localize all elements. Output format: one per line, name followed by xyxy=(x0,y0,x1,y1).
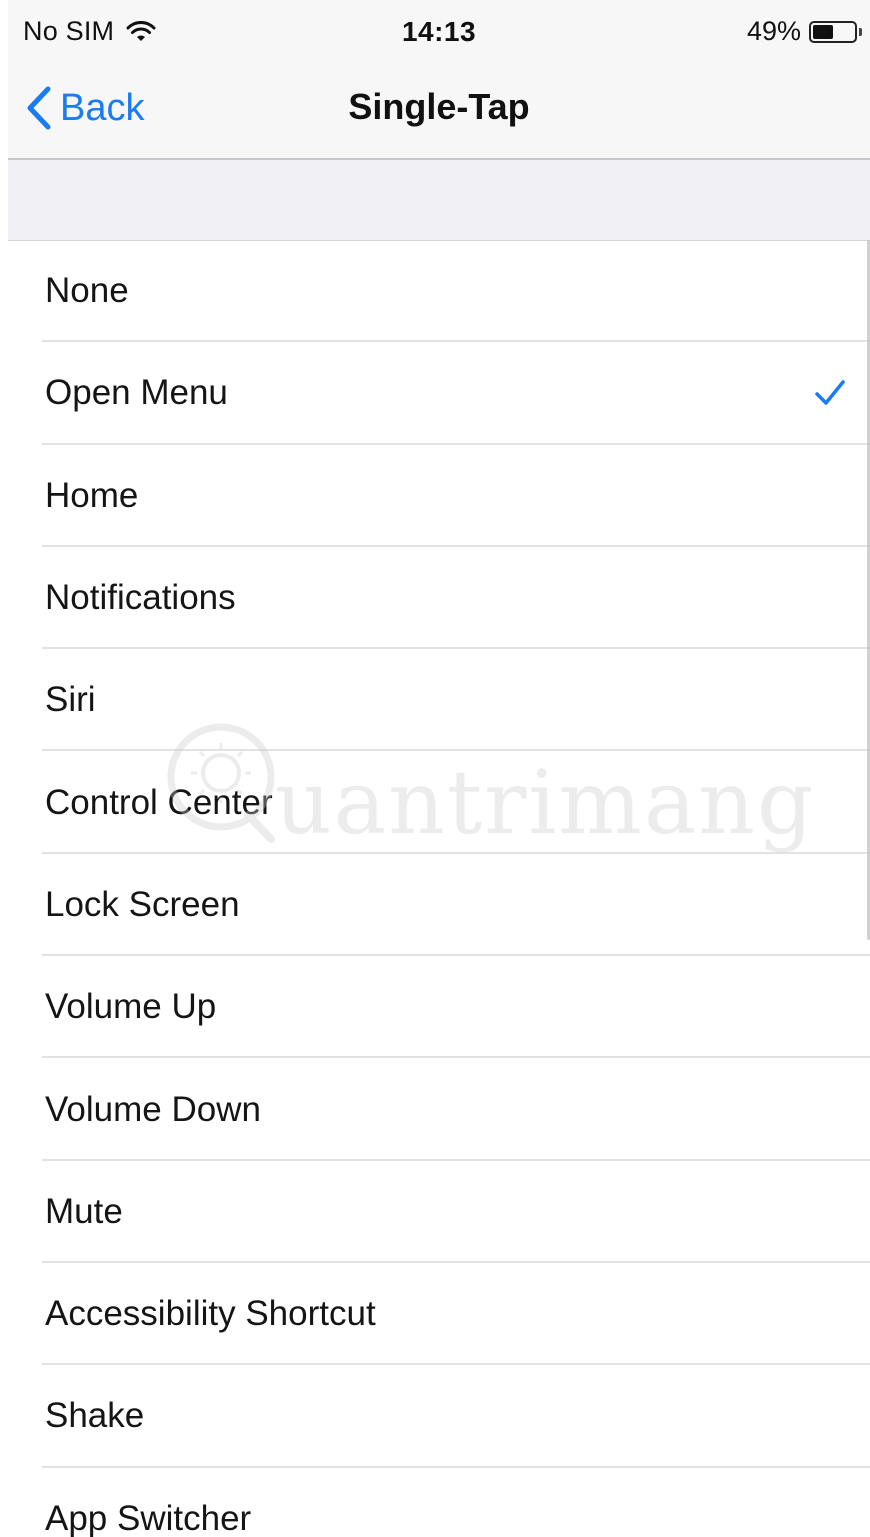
status-battery-group: 49% xyxy=(747,16,862,47)
option-label: Home xyxy=(45,475,139,515)
option-row[interactable]: Control Center xyxy=(8,751,870,855)
checkmark-icon xyxy=(815,380,845,406)
option-label: Volume Up xyxy=(45,987,217,1027)
option-label: Notifications xyxy=(45,578,236,618)
option-row[interactable]: Accessibility Shortcut xyxy=(8,1263,870,1366)
option-label: Shake xyxy=(45,1396,145,1436)
option-row[interactable]: Volume Down xyxy=(8,1058,870,1161)
option-row[interactable]: Notifications xyxy=(8,547,870,650)
page-title: Single-Tap xyxy=(348,86,530,127)
option-row[interactable]: App Switcher xyxy=(8,1468,870,1537)
option-list: None Open Menu Home Notifications Siri Contro… xyxy=(8,240,870,1537)
option-row[interactable]: Lock Screen xyxy=(8,854,870,957)
settings-screen: No SIM 14:13 49% Back Single-Tap None Op… xyxy=(8,0,870,1537)
option-label: Volume Down xyxy=(45,1089,261,1129)
battery-tip xyxy=(859,27,862,36)
option-label: None xyxy=(45,271,129,311)
option-label: Control Center xyxy=(45,782,273,822)
option-label: Lock Screen xyxy=(45,884,240,924)
section-header xyxy=(8,160,870,241)
option-label: Accessibility Shortcut xyxy=(45,1294,376,1334)
option-label: Mute xyxy=(45,1191,123,1231)
option-label: Open Menu xyxy=(45,373,228,413)
option-row[interactable]: None xyxy=(8,240,870,343)
battery-icon xyxy=(809,20,857,43)
option-row[interactable]: Home xyxy=(8,445,870,548)
status-time: 14:13 xyxy=(401,16,477,47)
option-row[interactable]: Open Menu xyxy=(8,342,870,445)
option-label: Siri xyxy=(45,680,96,720)
status-bar: No SIM 14:13 49% xyxy=(8,0,870,60)
battery-fill xyxy=(813,24,833,39)
navigation-bar: Back Single-Tap xyxy=(8,60,870,160)
option-row[interactable]: Volume Up xyxy=(8,956,870,1059)
battery-percent: 49% xyxy=(746,16,801,46)
option-row[interactable]: Shake xyxy=(8,1365,870,1468)
option-row[interactable]: Mute xyxy=(8,1161,870,1264)
option-row[interactable]: Siri xyxy=(8,649,870,752)
option-label: App Switcher xyxy=(45,1498,252,1537)
